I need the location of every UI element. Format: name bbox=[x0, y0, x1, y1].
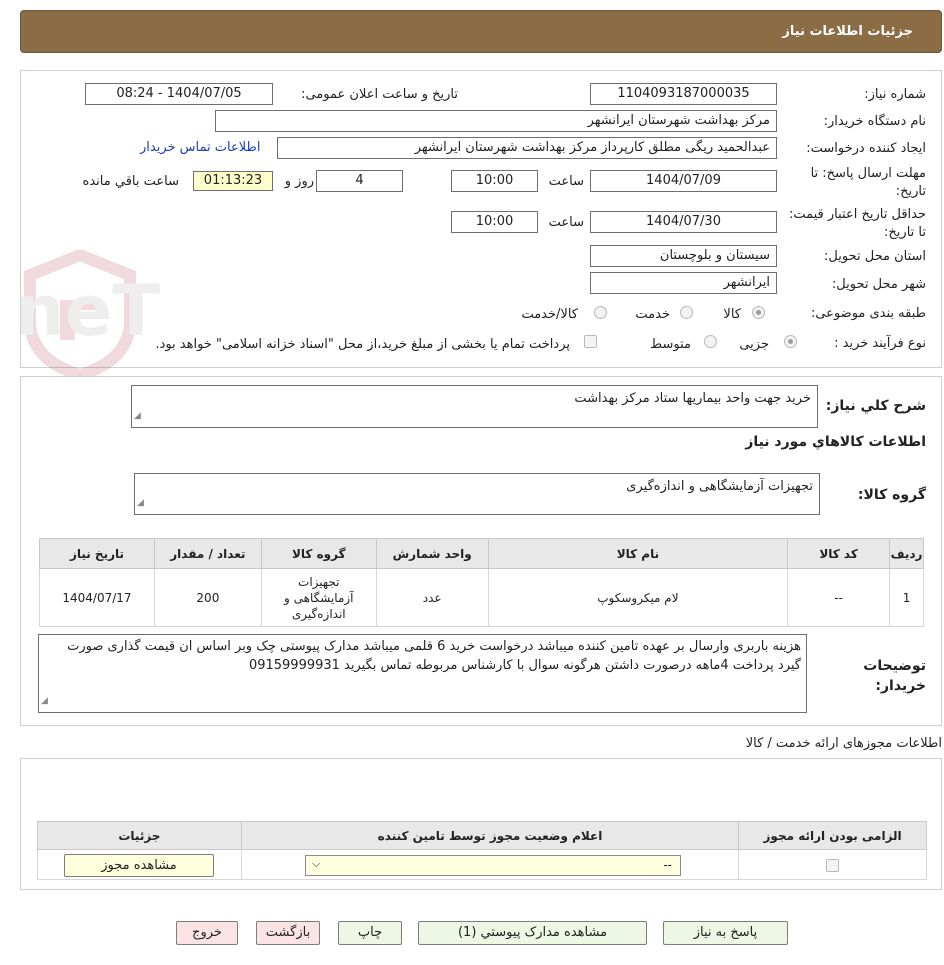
col-permit-status: اعلام وضعیت مجوز توسط تامین کننده bbox=[240, 821, 740, 850]
cell-unit: عدد bbox=[375, 568, 489, 627]
validity-date-field: 1404/07/30 bbox=[590, 211, 777, 233]
deadline-time-label: ساعت bbox=[548, 174, 584, 189]
category-option-both: کالا/خدمت bbox=[521, 307, 578, 322]
need-number-label: شماره نیاز: bbox=[864, 87, 926, 102]
process-label: نوع فرآیند خرید : bbox=[834, 336, 926, 351]
buyer-contact-link[interactable]: اطلاعات تماس خریدار bbox=[140, 140, 260, 155]
cell-qty: 200 bbox=[153, 568, 262, 627]
city-label: شهر محل تحویل: bbox=[831, 277, 926, 292]
buyer-notes-text: هزینه باربری وارسال بر عهده تامین کننده … bbox=[67, 639, 801, 673]
days-field: 4 bbox=[316, 170, 403, 192]
process-option-minor: جزیی bbox=[739, 337, 769, 352]
province-field: سیستان و بلوچستان bbox=[590, 245, 777, 267]
process-radio-minor[interactable] bbox=[784, 335, 797, 348]
view-permit-button[interactable]: مشاهده مجوز bbox=[64, 854, 214, 877]
cell-name: لام میکروسکوپ bbox=[487, 568, 789, 627]
announce-label: تاریخ و ساعت اعلان عمومی: bbox=[301, 87, 458, 102]
col-group: گروه کالا bbox=[260, 538, 377, 569]
col-name: نام کالا bbox=[487, 538, 789, 569]
table-row: 1 -- لام میکروسکوپ عدد تجهیزات آزمایشگاه… bbox=[39, 568, 924, 627]
page-title: جزئيات اطلاعات نياز bbox=[782, 24, 913, 39]
validity-time-label: ساعت bbox=[548, 215, 584, 230]
countdown-field: 01:13:23 bbox=[193, 171, 273, 191]
view-attachments-button[interactable]: مشاهده مدارک پیوستي (1) bbox=[418, 921, 647, 945]
validity-label: حداقل تاریخ اعتبار قیمت: تا تاریخ: bbox=[788, 207, 926, 240]
exit-button[interactable]: خروج bbox=[176, 921, 238, 945]
col-code: کد کالا bbox=[787, 538, 891, 569]
reply-button[interactable]: پاسخ به نیاز bbox=[663, 921, 788, 945]
treasury-payment-checkbox[interactable] bbox=[584, 335, 597, 348]
resize-grip-icon: ◢ bbox=[41, 696, 48, 706]
back-button[interactable]: بازگشت bbox=[256, 921, 320, 945]
process-radio-medium[interactable] bbox=[704, 335, 717, 348]
cell-row: 1 bbox=[889, 568, 924, 627]
col-permit-required: الزامی بودن ارائه مجوز bbox=[738, 821, 927, 850]
validity-time-field: 10:00 bbox=[451, 211, 538, 233]
buyer-org-label: نام دستگاه خریدار: bbox=[823, 114, 926, 129]
col-permit-details: جزئیات bbox=[37, 821, 242, 850]
category-radio-both[interactable] bbox=[594, 306, 607, 319]
category-label: طبقه بندی موضوعی: bbox=[810, 306, 926, 321]
goods-section-title: اطلاعات کالاهاي مورد نياز bbox=[745, 434, 926, 450]
col-row: رديف bbox=[889, 538, 924, 569]
remaining-label: ساعت باقي مانده bbox=[82, 174, 179, 189]
cell-date: 1404/07/17 bbox=[39, 568, 155, 627]
description-textarea: خرید جهت واحد بیماریها ستاد مرکز بهداشت … bbox=[131, 385, 818, 428]
need-number-field: 1104093187000035 bbox=[590, 83, 777, 105]
goods-table: رديف کد کالا نام کالا واحد شمارش گروه کا… bbox=[39, 538, 924, 627]
deadline-label: مهلت ارسال پاسخ: تا تاریخ: bbox=[810, 166, 926, 199]
category-radio-goods[interactable] bbox=[752, 306, 765, 319]
creator-label: ایجاد کننده درخواست: bbox=[806, 141, 926, 156]
permit-required-checkbox bbox=[826, 858, 840, 872]
permit-status-select[interactable]: -- ⌵ bbox=[305, 855, 681, 876]
buyer-notes-label: توضیحات خریدار: bbox=[863, 658, 926, 694]
goods-group-textarea: تجهیزات آزمایشگاهی و اندازه‌گیری ◢ bbox=[134, 473, 820, 515]
announce-field: 1404/07/05 - 08:24 bbox=[85, 83, 273, 105]
deadline-date-field: 1404/07/09 bbox=[590, 170, 777, 192]
resize-grip-icon: ◢ bbox=[134, 411, 141, 421]
col-qty: تعداد / مقدار bbox=[153, 538, 262, 569]
page-header: جزئيات اطلاعات نياز bbox=[20, 10, 942, 53]
cell-code: -- bbox=[787, 568, 891, 627]
city-field: ایرانشهر bbox=[590, 272, 777, 294]
col-date: تاریخ نیاز bbox=[39, 538, 155, 569]
cell-permit-required bbox=[738, 849, 927, 880]
permits-title: اطلاعات مجوزهای ارائه خدمت / کالا bbox=[745, 736, 942, 751]
goods-group-text: تجهیزات آزمایشگاهی و اندازه‌گیری bbox=[626, 479, 813, 494]
goods-group-label: گروه کالا: bbox=[857, 487, 926, 503]
buyer-notes-textarea: هزینه باربری وارسال بر عهده تامین کننده … bbox=[38, 634, 807, 713]
resize-grip-icon: ◢ bbox=[137, 498, 144, 508]
treasury-payment-note: پرداخت تمام یا بخشی از مبلغ خرید،از محل … bbox=[155, 337, 570, 352]
category-option-service: خدمت bbox=[635, 307, 670, 322]
col-unit: واحد شمارش bbox=[375, 538, 489, 569]
category-radio-service[interactable] bbox=[680, 306, 693, 319]
days-label: روز و bbox=[284, 174, 314, 189]
permit-status-value: -- bbox=[663, 858, 672, 872]
description-label: شرح کلي نياز: bbox=[825, 398, 926, 414]
province-label: استان محل تحویل: bbox=[824, 249, 926, 264]
creator-field: عبدالحمید ریگی مطلق کارپرداز مرکز بهداشت… bbox=[277, 137, 777, 159]
description-text: خرید جهت واحد بیماریها ستاد مرکز بهداشت bbox=[574, 391, 811, 406]
chevron-down-icon: ⌵ bbox=[312, 857, 321, 870]
category-option-goods: کالا bbox=[723, 307, 741, 322]
print-button[interactable]: چاپ bbox=[338, 921, 402, 945]
process-option-medium: متوسط bbox=[650, 337, 691, 352]
buyer-org-field: مرکز بهداشت شهرستان ایرانشهر bbox=[215, 110, 777, 132]
cell-group: تجهیزات آزمایشگاهی و اندازه‌گیری bbox=[260, 568, 377, 627]
deadline-time-field: 10:00 bbox=[451, 170, 538, 192]
